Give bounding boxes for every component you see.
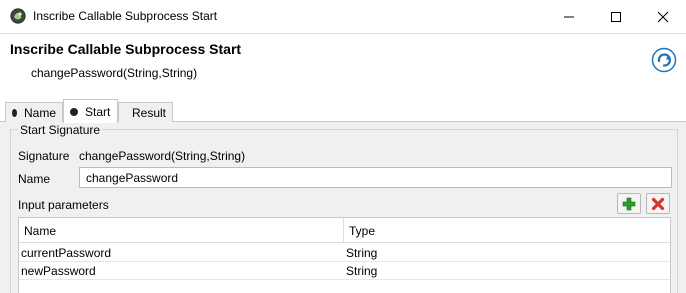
app-logo-icon	[10, 8, 26, 24]
refresh-icon	[651, 47, 677, 73]
signature-value: changePassword(String,String)	[79, 149, 246, 163]
tab-name[interactable]: Name	[5, 102, 63, 122]
tab-strip: Name Start Result	[0, 98, 686, 123]
table-row[interactable]: newPassword String	[19, 262, 670, 280]
tab-bullet-icon	[12, 108, 17, 117]
minimize-button[interactable]	[546, 0, 592, 33]
name-input[interactable]: changePassword	[79, 167, 672, 188]
cell-param-type: String	[346, 264, 378, 278]
delete-x-icon	[651, 197, 665, 210]
dialog-subtitle: changePassword(String,String)	[31, 66, 198, 80]
tab-label: Start	[85, 104, 111, 119]
add-parameter-button[interactable]	[617, 193, 641, 214]
cell-param-name: currentPassword	[21, 246, 112, 260]
table-header: Name Type	[19, 218, 670, 243]
tab-start[interactable]: Start	[63, 99, 118, 123]
tab-bullet-icon	[70, 107, 78, 116]
window-title: Inscribe Callable Subprocess Start	[33, 9, 218, 23]
table-row[interactable]: currentPassword String	[19, 244, 670, 262]
window-titlebar: Inscribe Callable Subprocess Start	[0, 0, 686, 33]
tab-label: Name	[23, 105, 56, 120]
minimize-icon	[564, 16, 574, 17]
input-parameters-table: Name Type currentPassword String newPass…	[18, 217, 671, 293]
close-button[interactable]	[640, 0, 686, 33]
tab-result[interactable]: Result	[118, 102, 173, 122]
input-parameters-label: Input parameters	[18, 198, 109, 212]
name-label: Name	[18, 172, 51, 186]
tab-label: Result	[132, 105, 167, 120]
refresh-button[interactable]	[651, 47, 677, 73]
dialog-header: Inscribe Callable Subprocess Start chang…	[0, 33, 686, 95]
column-header-name[interactable]: Name	[19, 218, 344, 243]
start-tab-panel: Start Signature Signature changePassword…	[0, 122, 686, 293]
cell-param-type: String	[346, 246, 378, 260]
plus-icon	[622, 197, 636, 210]
close-icon	[657, 11, 669, 22]
column-header-type[interactable]: Type	[344, 218, 670, 243]
signature-label: Signature	[18, 149, 70, 163]
maximize-button[interactable]	[593, 0, 639, 33]
maximize-icon	[611, 11, 621, 22]
delete-parameter-button[interactable]	[646, 193, 670, 214]
cell-param-name: newPassword	[21, 264, 96, 278]
dialog-title: Inscribe Callable Subprocess Start	[10, 41, 242, 57]
start-signature-group-title: Start Signature	[18, 123, 103, 137]
